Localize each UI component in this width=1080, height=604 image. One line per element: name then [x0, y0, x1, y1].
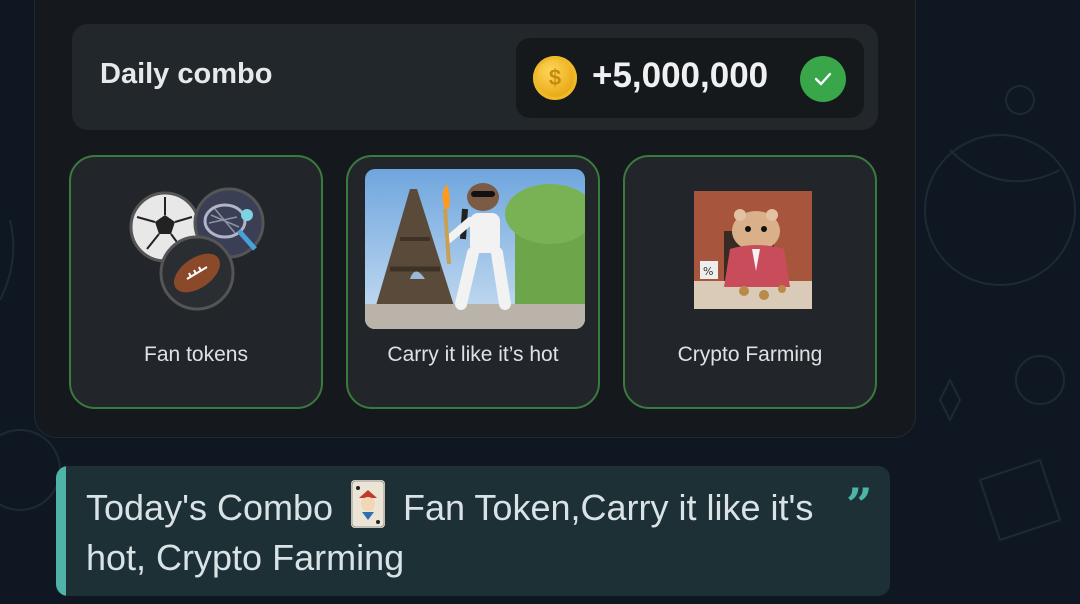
- joker-card-icon: [351, 480, 386, 528]
- combo-card-label: Fan tokens: [144, 343, 248, 366]
- combo-card-label: Crypto Farming: [677, 343, 823, 366]
- hamster-businessman-photo: %: [694, 191, 812, 309]
- combo-card-carry-it-like-its-hot[interactable]: Carry it like it’s hot: [346, 155, 600, 409]
- svg-text:%: %: [703, 265, 713, 278]
- message-text-before-icon: Today's Combo: [86, 487, 333, 528]
- coin-icon: $: [533, 56, 577, 100]
- sports-balls-icon: [129, 187, 265, 311]
- hamster-torch-eiffel-tower-photo: [365, 169, 585, 329]
- quote-accent-bar: [56, 466, 66, 596]
- reward-amount: +5,000,000: [592, 56, 769, 95]
- check-icon: [800, 56, 846, 102]
- combo-message-text: Today's Combo Fan Token,Carry it like it…: [86, 480, 826, 583]
- daily-combo-title: Daily combo: [100, 58, 273, 90]
- combo-card-fan-tokens[interactable]: Fan tokens: [69, 155, 323, 409]
- combo-card-crypto-farming[interactable]: % Crypto Farming: [623, 155, 877, 409]
- combo-card-label: Carry it like it’s hot: [387, 343, 559, 366]
- combo-message-bubble: Today's Combo Fan Token,Carry it like it…: [56, 466, 890, 596]
- quote-icon: ”: [846, 478, 873, 532]
